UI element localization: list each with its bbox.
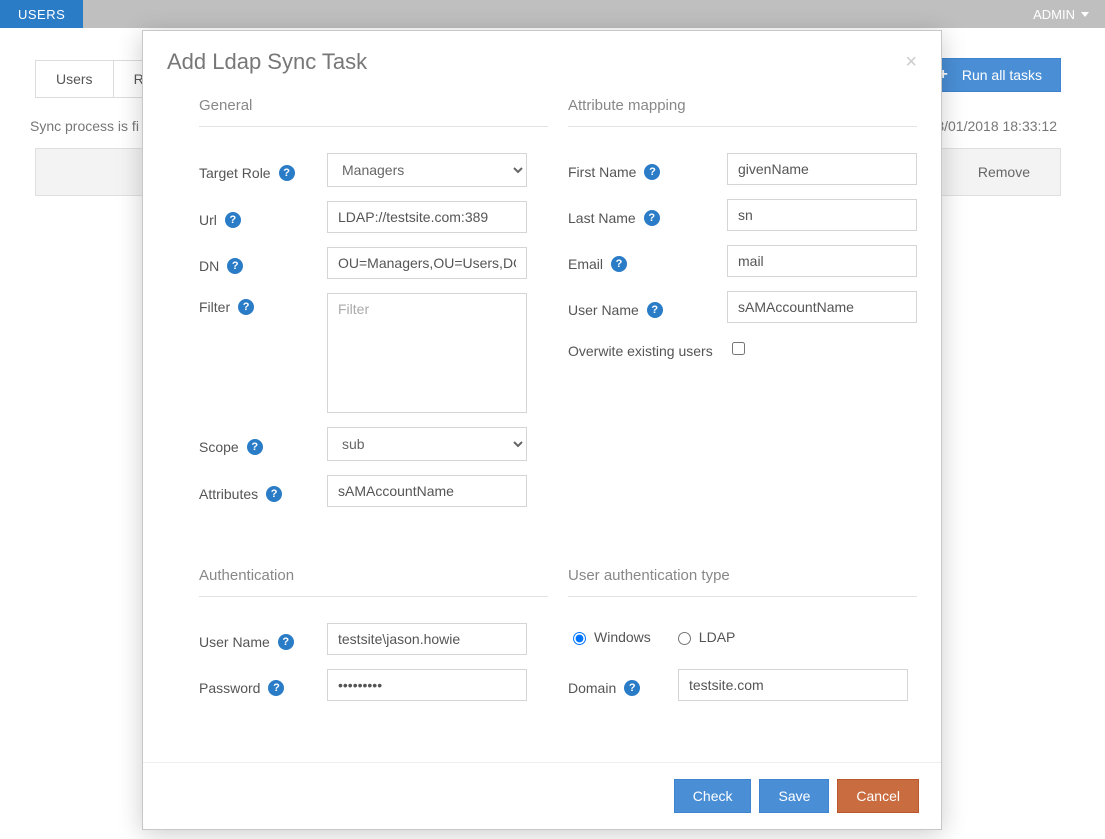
dn-input[interactable] (327, 247, 527, 279)
sync-timestamp: 18/01/2018 18:33:12 (929, 118, 1057, 134)
first-name-label: First Name (568, 164, 636, 180)
tab-users[interactable]: USERS (0, 0, 83, 28)
add-ldap-sync-task-modal: Add Ldap Sync Task × General Target Role… (142, 30, 942, 830)
url-input[interactable] (327, 201, 527, 233)
attribute-mapping-section: Attribute mapping First Name ? Last Name… (568, 89, 917, 521)
modal-body: General Target Role ? Managers Url ? (143, 89, 941, 762)
help-icon[interactable]: ? (227, 258, 243, 274)
scope-label: Scope (199, 439, 239, 455)
help-icon[interactable]: ? (238, 299, 254, 315)
attributes-label: Attributes (199, 486, 258, 502)
help-icon[interactable]: ? (279, 165, 295, 181)
dn-label: DN (199, 258, 219, 274)
help-icon[interactable]: ? (611, 256, 627, 272)
modal-header: Add Ldap Sync Task × (143, 31, 941, 89)
domain-input[interactable] (678, 669, 908, 701)
target-role-select[interactable]: Managers (327, 153, 527, 187)
modal-footer: Check Save Cancel (143, 762, 941, 829)
password-input[interactable] (327, 669, 527, 701)
help-icon[interactable]: ? (624, 680, 640, 696)
modal-title: Add Ldap Sync Task (167, 49, 367, 75)
user-auth-type-section: User authentication type Windows LDAP Do… (568, 559, 917, 715)
help-icon[interactable]: ? (266, 486, 282, 502)
general-section: General Target Role ? Managers Url ? (199, 89, 548, 521)
tab-users-page[interactable]: Users (35, 60, 114, 98)
cancel-button[interactable]: Cancel (837, 779, 919, 813)
chevron-down-icon (1081, 12, 1089, 17)
help-icon[interactable]: ? (278, 634, 294, 650)
windows-radio[interactable] (573, 632, 586, 645)
section-title-auth: Authentication (199, 559, 548, 597)
last-name-label: Last Name (568, 210, 636, 226)
help-icon[interactable]: ? (247, 439, 263, 455)
last-name-input[interactable] (727, 199, 917, 231)
attributes-input[interactable] (327, 475, 527, 507)
section-title-general: General (199, 89, 548, 127)
help-icon[interactable]: ? (268, 680, 284, 696)
run-all-tasks-button[interactable]: + Run all tasks (924, 58, 1062, 92)
overwrite-label: Overwite existing users (568, 343, 713, 359)
url-label: Url (199, 212, 217, 228)
section-title-mapping: Attribute mapping (568, 89, 917, 127)
section-title-user-auth: User authentication type (568, 559, 917, 597)
overwrite-checkbox[interactable] (732, 342, 745, 355)
check-button[interactable]: Check (674, 779, 752, 813)
password-label: Password (199, 680, 260, 696)
user-name-mapping-label: User Name (568, 302, 639, 318)
ldap-text: LDAP (699, 629, 736, 645)
windows-radio-label[interactable]: Windows (568, 629, 651, 645)
admin-label: ADMIN (1033, 7, 1075, 22)
save-button[interactable]: Save (759, 779, 829, 813)
auth-user-name-input[interactable] (327, 623, 527, 655)
email-input[interactable] (727, 245, 917, 277)
help-icon[interactable]: ? (225, 212, 241, 228)
authentication-section: Authentication User Name ? Password ? (199, 559, 548, 715)
topbar: USERS ADMIN (0, 0, 1105, 28)
target-role-label: Target Role (199, 165, 271, 181)
admin-menu[interactable]: ADMIN (1017, 0, 1105, 28)
help-icon[interactable]: ? (647, 302, 663, 318)
windows-text: Windows (594, 629, 651, 645)
domain-label: Domain (568, 680, 616, 696)
email-label: Email (568, 256, 603, 272)
ldap-radio-label[interactable]: LDAP (673, 629, 736, 645)
help-icon[interactable]: ? (644, 210, 660, 226)
first-name-input[interactable] (727, 153, 917, 185)
close-icon[interactable]: × (905, 52, 917, 72)
filter-textarea[interactable] (327, 293, 527, 413)
sync-status: Sync process is fi (30, 118, 139, 134)
user-name-mapping-input[interactable] (727, 291, 917, 323)
scope-select[interactable]: sub (327, 427, 527, 461)
run-all-label: Run all tasks (962, 67, 1042, 83)
table-col-remove: Remove (978, 164, 1030, 180)
ldap-radio[interactable] (678, 632, 691, 645)
auth-user-name-label: User Name (199, 634, 270, 650)
help-icon[interactable]: ? (644, 164, 660, 180)
filter-label: Filter (199, 299, 230, 315)
auth-type-radio-group: Windows LDAP (568, 623, 917, 645)
